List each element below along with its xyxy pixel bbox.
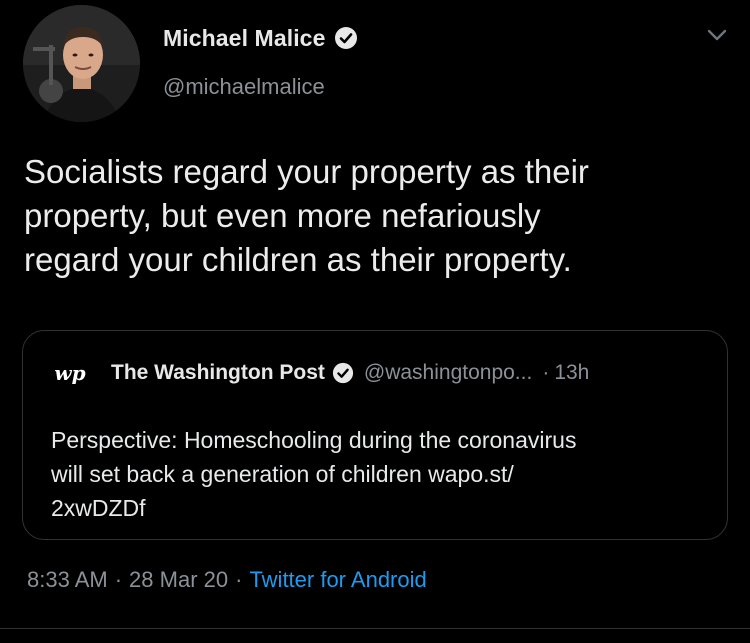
tweet-date[interactable]: 28 Mar 20 (129, 567, 228, 592)
tweet-time[interactable]: 8:33 AM (27, 567, 108, 592)
author-name-row: Michael Malice (163, 20, 358, 56)
quoted-tweet-text: Perspective: Homeschooling during the co… (51, 427, 577, 521)
tweet-source-link[interactable]: Twitter for Android (249, 567, 426, 592)
separator-dot: · (542, 361, 550, 384)
separator-dot: · (114, 567, 123, 592)
svg-text:wp: wp (54, 361, 85, 385)
tweet-metadata: 8:33 AM · 28 Mar 20 · Twitter for Android (27, 567, 427, 593)
verified-badge-icon (334, 26, 358, 50)
avatar[interactable] (23, 5, 140, 122)
divider (0, 628, 750, 629)
author-name[interactable]: Michael Malice (163, 25, 325, 52)
quoted-tweet-card[interactable]: wp The Washington Post @washingtonpo... … (22, 330, 728, 540)
quoted-tweet-header: wp The Washington Post @washingtonpo... … (41, 358, 589, 388)
author-handle[interactable]: @michaelmalice (163, 74, 325, 100)
verified-badge-icon (332, 362, 354, 384)
quoted-author-name[interactable]: The Washington Post (111, 361, 325, 385)
tweet-detail: Michael Malice @michaelmalice Socialists… (0, 0, 750, 643)
separator-dot: · (235, 567, 243, 592)
quoted-author-handle[interactable]: @washingtonpo... (364, 361, 532, 385)
washington-post-logo: wp (41, 358, 99, 388)
quoted-tweet-time[interactable]: 13h (554, 361, 589, 385)
tweet-text: Socialists regard your property as their… (24, 153, 589, 278)
chevron-down-icon[interactable] (704, 22, 730, 48)
